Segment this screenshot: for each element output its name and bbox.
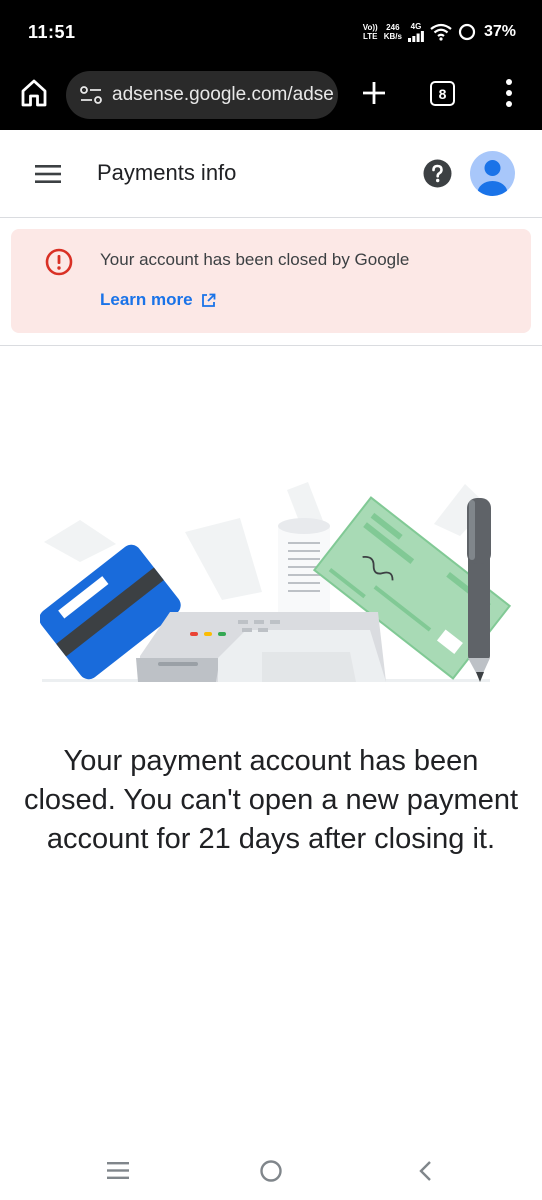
network-speed: 246 KB/s <box>383 23 402 41</box>
confetti-shape <box>185 518 262 600</box>
volte-indicator: Vo)) LTE <box>362 23 378 41</box>
closed-account-message: Your payment account has been closed. Yo… <box>23 745 519 855</box>
alert-message: Your account has been closed by Google <box>100 250 410 269</box>
status-bar: 11:51 Vo)) LTE 246 KB/s 4G 37% <box>0 0 542 62</box>
battery-icon <box>458 23 476 41</box>
payment-illustration <box>40 482 512 682</box>
url-text[interactable]: adsense.google.com/adse <box>112 84 334 106</box>
tab-switcher-icon[interactable]: 8 <box>430 81 455 106</box>
home-circle-icon[interactable] <box>260 1160 282 1182</box>
menu-icon[interactable] <box>35 164 61 184</box>
open-in-new-icon[interactable] <box>201 293 216 308</box>
browser-toolbar: adsense.google.com/adse 8 <box>0 62 542 130</box>
more-vert-icon[interactable] <box>503 78 515 108</box>
learn-more-link[interactable]: Learn more <box>100 290 216 310</box>
page-title: Payments info <box>97 160 237 185</box>
url-bar[interactable]: adsense.google.com/adse <box>66 71 338 119</box>
home-icon[interactable] <box>20 78 48 108</box>
wifi-icon <box>430 23 452 41</box>
status-indicators: Vo)) LTE 246 KB/s 4G 37% <box>363 20 516 44</box>
app-header: Payments info <box>0 130 542 218</box>
system-nav-bar <box>0 1140 542 1200</box>
help-icon[interactable] <box>423 159 452 188</box>
signal-icon: 4G <box>407 22 424 42</box>
recents-icon[interactable] <box>107 1162 129 1179</box>
card-terminal <box>136 612 386 682</box>
new-tab-icon[interactable] <box>361 80 387 106</box>
section-divider <box>0 345 542 346</box>
confetti-shape <box>44 520 116 562</box>
site-settings-icon[interactable] <box>80 85 102 105</box>
battery-percent: 37% <box>483 23 516 40</box>
pen <box>467 498 491 682</box>
account-avatar[interactable] <box>470 151 515 196</box>
error-icon <box>45 248 73 276</box>
back-icon[interactable] <box>418 1160 432 1182</box>
status-time: 11:51 <box>28 22 76 42</box>
account-closed-alert: Your account has been closed by Google L… <box>11 229 531 333</box>
learn-more-label[interactable]: Learn more <box>100 290 193 310</box>
